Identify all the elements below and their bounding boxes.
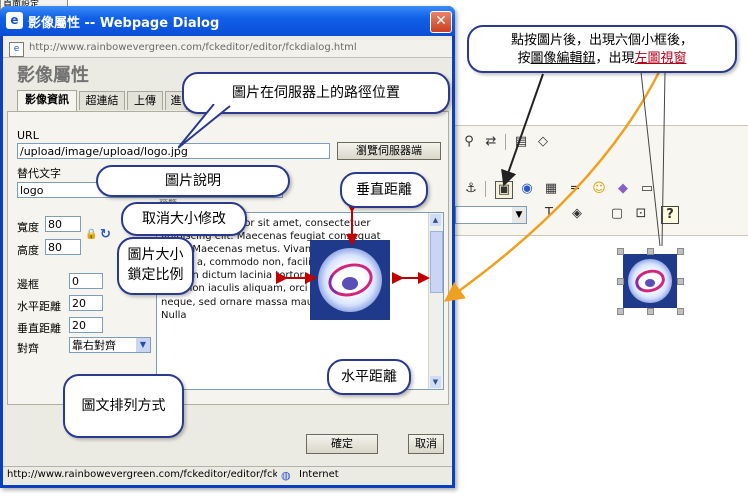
callout-pointer-line xyxy=(661,71,666,247)
black-pointer-arrow xyxy=(501,73,544,187)
instruction-text: 按 xyxy=(517,51,531,66)
instruction-line-1: 點按圖片後，出現六個小框後， xyxy=(510,33,693,48)
callout-lock-ratio: 圖片大小 鎖定比例 xyxy=(117,237,194,295)
callout-instructions: 點按圖片後，出現六個小框後， 按圖像編輯鈕，出現左圖視窗 xyxy=(467,25,737,73)
orange-pointer-arrow xyxy=(443,69,662,302)
callout-alt: 圖片說明 xyxy=(96,165,290,197)
instruction-line-2: 按圖像編輯鈕，出現左圖視窗 xyxy=(469,50,735,68)
callout-tail xyxy=(178,104,231,149)
instruction-image-button-text: 圖像編輯鈕 xyxy=(530,51,596,66)
callout-vspace: 垂直距離 xyxy=(340,172,428,208)
callout-reset-size: 取消大小修改 xyxy=(121,202,247,236)
instruction-left-window-text: 左圖視窗 xyxy=(634,51,687,66)
callout-pointer-line xyxy=(640,71,661,247)
instruction-text: ，出現 xyxy=(595,51,635,66)
callout-align: 圖文排列方式 xyxy=(63,374,184,438)
callout-hspace: 水平距離 xyxy=(327,359,411,395)
